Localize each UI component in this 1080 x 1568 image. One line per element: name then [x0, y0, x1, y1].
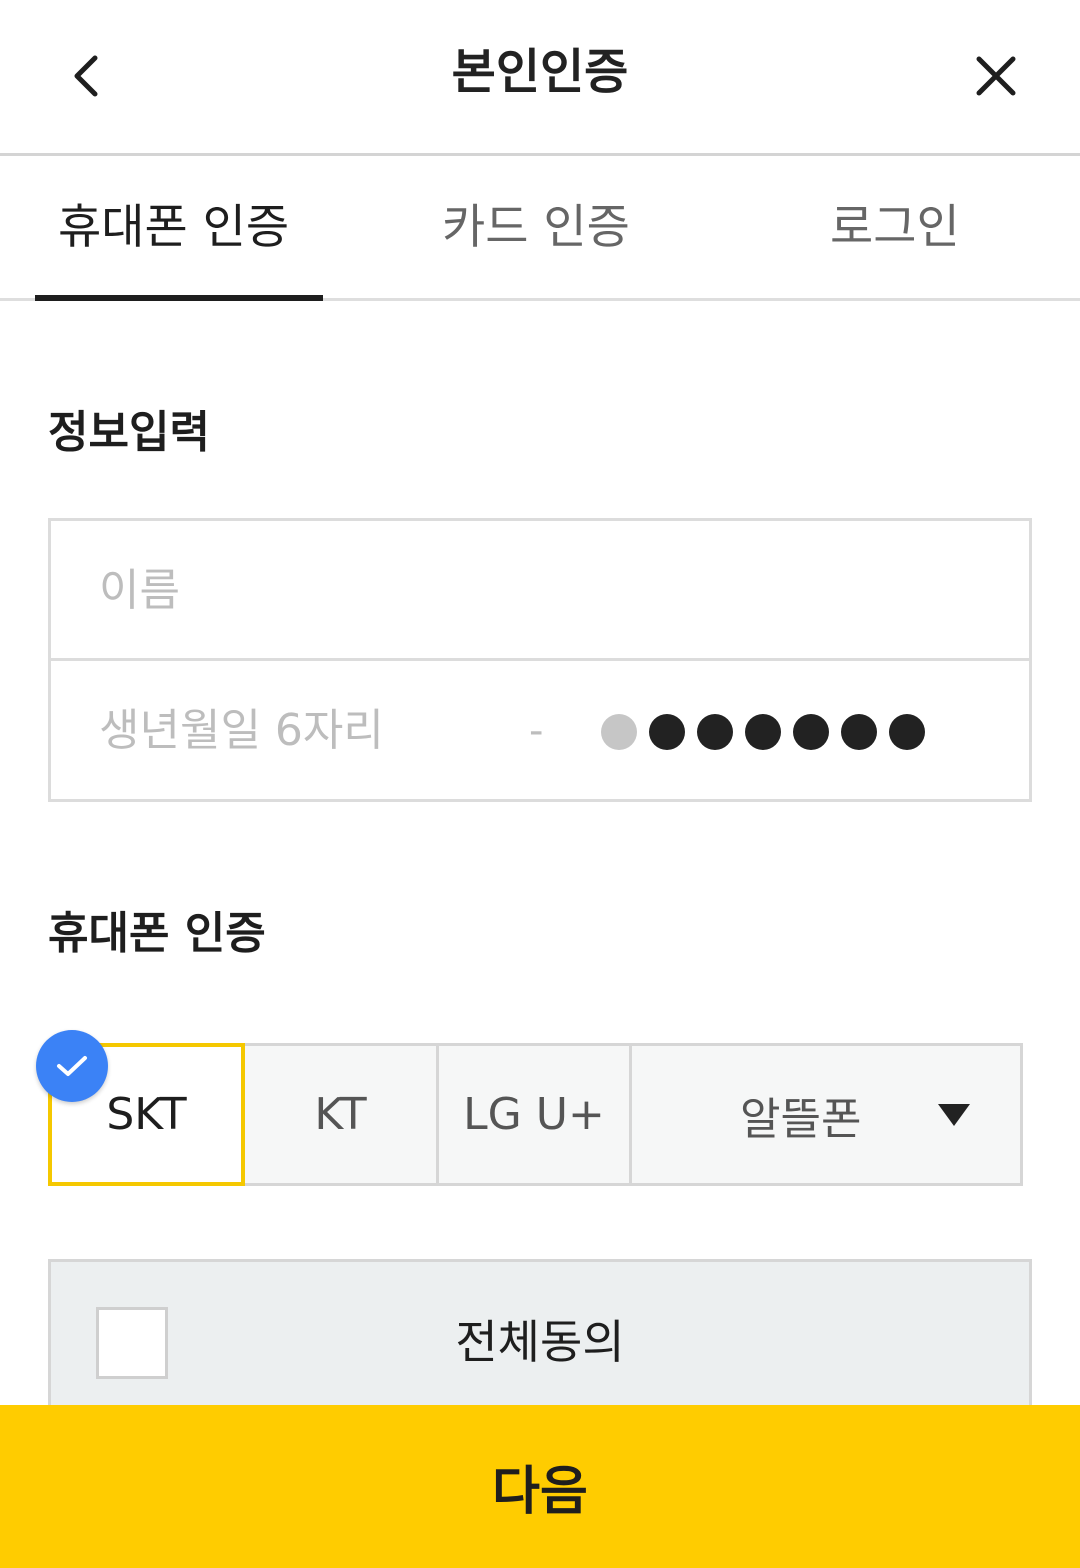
carrier-label: 알뜰폰: [740, 1093, 862, 1145]
agree-all-label: 전체동의: [455, 1315, 625, 1369]
info-section-title: 정보입력: [48, 407, 210, 458]
header: 본인인증: [0, 0, 1080, 156]
tab-card-verification[interactable]: 카드 인증: [442, 196, 630, 260]
close-button[interactable]: [960, 40, 1032, 112]
carrier-label: KT: [314, 1089, 367, 1140]
selected-check-badge: [36, 1030, 108, 1102]
birth-date-field[interactable]: 생년월일 6자리: [99, 701, 384, 761]
masked-dot: [841, 714, 877, 750]
birth-field-row: 생년월일 6자리 -: [51, 661, 1029, 799]
tab-login[interactable]: 로그인: [830, 196, 960, 260]
tab-phone-verification[interactable]: 휴대폰 인증: [58, 196, 289, 260]
checkmark-icon: [57, 1056, 87, 1076]
gender-digit-dot: [601, 714, 637, 750]
masked-dot: [793, 714, 829, 750]
masked-dot: [697, 714, 733, 750]
carrier-kt-button[interactable]: KT: [242, 1043, 439, 1186]
carrier-label: LG U+: [463, 1089, 605, 1140]
name-field[interactable]: 이름: [51, 521, 1029, 661]
masked-dot: [889, 714, 925, 750]
separator-dash: -: [529, 708, 544, 754]
close-icon: [976, 56, 1016, 96]
carrier-lgu-button[interactable]: LG U+: [436, 1043, 632, 1186]
phone-section-title: 휴대폰 인증: [48, 908, 266, 959]
carrier-label: SKT: [106, 1089, 187, 1140]
tab-bar: 휴대폰 인증 카드 인증 로그인: [0, 156, 1080, 301]
masked-dot: [649, 714, 685, 750]
next-button-label: 다음: [492, 1462, 588, 1522]
info-input-box: 이름 생년월일 6자리 -: [48, 518, 1032, 802]
active-tab-indicator: [35, 295, 323, 301]
page-title: 본인인증: [451, 44, 629, 100]
caret-down-icon: [938, 1104, 970, 1126]
next-button[interactable]: 다음: [0, 1405, 1080, 1568]
masked-dot: [745, 714, 781, 750]
identity-verification-screen: 본인인증 휴대폰 인증 카드 인증 로그인 정보입력 이름 생년월일 6자리 -: [0, 0, 1080, 1568]
name-placeholder: 이름: [99, 565, 180, 616]
